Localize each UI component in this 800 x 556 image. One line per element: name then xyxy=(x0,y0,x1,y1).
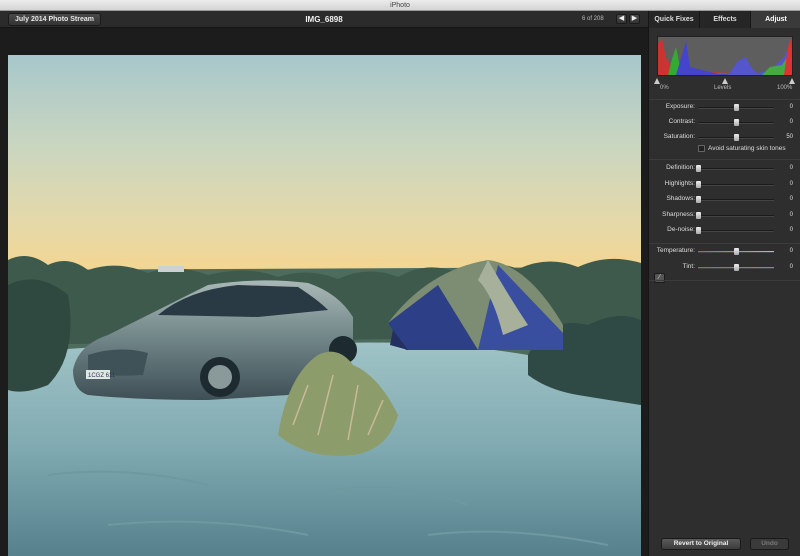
sharpness-slider-thumb[interactable] xyxy=(696,211,701,219)
highlights-slider-thumb[interactable] xyxy=(696,180,701,188)
levels-labels: 0% Levels 100% xyxy=(657,85,793,95)
divider xyxy=(649,159,800,160)
saturation-slider-thumb[interactable] xyxy=(734,134,739,141)
shadows-slider-thumb[interactable] xyxy=(696,196,701,203)
levels-max-label: 100% xyxy=(777,85,793,91)
divider xyxy=(649,280,800,281)
panel-tabs: Quick Fixes Effects Adjust xyxy=(649,11,800,28)
de-noise-slider-thumb[interactable] xyxy=(696,227,701,234)
slider-value-sharpness: 0 xyxy=(789,211,793,218)
white-balance-eyedropper-button[interactable]: ⁄ xyxy=(654,273,665,283)
slider-value-shadows: 0 xyxy=(789,196,793,202)
slider-row-exposure: Exposure: 0 xyxy=(649,101,800,113)
slider-row-highlights: Highlights: 0 xyxy=(649,178,800,190)
divider xyxy=(649,243,800,244)
license-plate-text: 1CGZ 611 xyxy=(88,373,116,379)
exposure-slider[interactable] xyxy=(698,104,774,111)
slider-label-tint: Tint: xyxy=(682,263,695,270)
tab-quick-fixes[interactable]: Quick Fixes xyxy=(649,11,700,28)
slider-row-tint: Tint: 0 xyxy=(649,261,800,273)
slider-value-definition: 0 xyxy=(789,165,793,171)
window-title-bar: iPhoto xyxy=(0,0,800,11)
photo-scene: 1CGZ 611 xyxy=(8,256,641,556)
de-noise-slider[interactable] xyxy=(696,227,774,234)
photo-counter: 6 of 208 xyxy=(582,16,604,22)
slider-label-highlights: Highlights: xyxy=(664,179,695,187)
shadows-slider[interactable] xyxy=(696,196,774,203)
levels-midpoint-handle[interactable] xyxy=(722,78,728,84)
sharpness-slider[interactable] xyxy=(696,211,774,219)
slider-row-shadows: Shadows: 0 xyxy=(649,193,800,205)
temperature-slider-thumb[interactable] xyxy=(734,248,739,255)
slider-row-temperature: Temperature: 0 xyxy=(649,245,800,257)
revert-to-original-button[interactable]: Revert to Original xyxy=(661,538,741,550)
previous-photo-button[interactable]: ◀ xyxy=(616,14,627,24)
saturation-slider[interactable] xyxy=(698,134,774,141)
skin-tones-checkbox[interactable] xyxy=(698,145,705,152)
photo-image[interactable]: 1CGZ 611 xyxy=(8,55,641,556)
undo-button[interactable]: Undo xyxy=(750,538,789,550)
levels-min-label: 0% xyxy=(660,85,669,91)
contrast-slider-thumb[interactable] xyxy=(734,119,739,126)
divider xyxy=(649,99,800,100)
levels-title: Levels xyxy=(714,85,732,91)
slider-row-definition: Definition: 0 xyxy=(649,162,800,174)
slider-label-sharpness: Sharpness: xyxy=(662,210,695,218)
tab-adjust[interactable]: Adjust xyxy=(751,11,800,28)
slider-label-contrast: Contrast: xyxy=(668,118,695,125)
definition-slider-thumb[interactable] xyxy=(696,165,701,172)
tab-effects[interactable]: Effects xyxy=(700,11,751,28)
slider-label-temperature: Temperature: xyxy=(656,247,695,254)
slider-label-definition: Definition: xyxy=(666,164,695,171)
slider-row-sharpness: Sharpness: 0 xyxy=(649,209,800,221)
slider-value-tint: 0 xyxy=(789,264,793,270)
histogram xyxy=(657,36,793,76)
slider-value-highlights: 0 xyxy=(789,180,793,187)
skin-tones-label: Avoid saturating skin tones xyxy=(708,145,786,152)
levels-white-point-handle[interactable] xyxy=(789,78,795,84)
adjust-panel: Quick Fixes Effects Adjust 0% Levels 100… xyxy=(648,11,800,556)
photo-viewer: 1CGZ 611 xyxy=(0,28,648,556)
exposure-slider-thumb[interactable] xyxy=(734,104,739,111)
slider-row-saturation: Saturation: 50 xyxy=(649,131,800,143)
photo-toolbar: July 2014 Photo Stream IMG_6898 6 of 208… xyxy=(0,11,648,28)
levels-slider[interactable] xyxy=(654,78,795,84)
tint-slider[interactable] xyxy=(698,264,774,271)
next-photo-button[interactable]: ▶ xyxy=(629,14,640,24)
slider-label-shadows: Shadows: xyxy=(666,195,695,202)
highlights-slider[interactable] xyxy=(696,180,774,188)
slider-value-temperature: 0 xyxy=(789,248,793,254)
slider-value-contrast: 0 xyxy=(789,119,793,125)
photo-title: IMG_6898 xyxy=(305,15,343,24)
slider-label-exposure: Exposure: xyxy=(665,103,695,110)
arrow-right-icon: ▶ xyxy=(631,15,638,22)
window-title: iPhoto xyxy=(390,2,410,9)
contrast-slider[interactable] xyxy=(698,119,774,126)
slider-label-de-noise: De-noise: xyxy=(667,226,695,233)
slider-label-saturation: Saturation: xyxy=(663,133,695,140)
slider-value-exposure: 0 xyxy=(789,104,793,110)
temperature-slider[interactable] xyxy=(698,248,774,255)
slider-value-saturation: 50 xyxy=(786,134,793,140)
definition-slider[interactable] xyxy=(696,165,774,172)
slider-row-de-noise: De-noise: 0 xyxy=(649,224,800,236)
slider-row-contrast: Contrast: 0 xyxy=(649,116,800,128)
arrow-left-icon: ◀ xyxy=(618,15,625,22)
tint-slider-thumb[interactable] xyxy=(734,264,739,271)
slider-value-de-noise: 0 xyxy=(789,227,793,233)
levels-black-point-handle[interactable] xyxy=(654,78,660,84)
